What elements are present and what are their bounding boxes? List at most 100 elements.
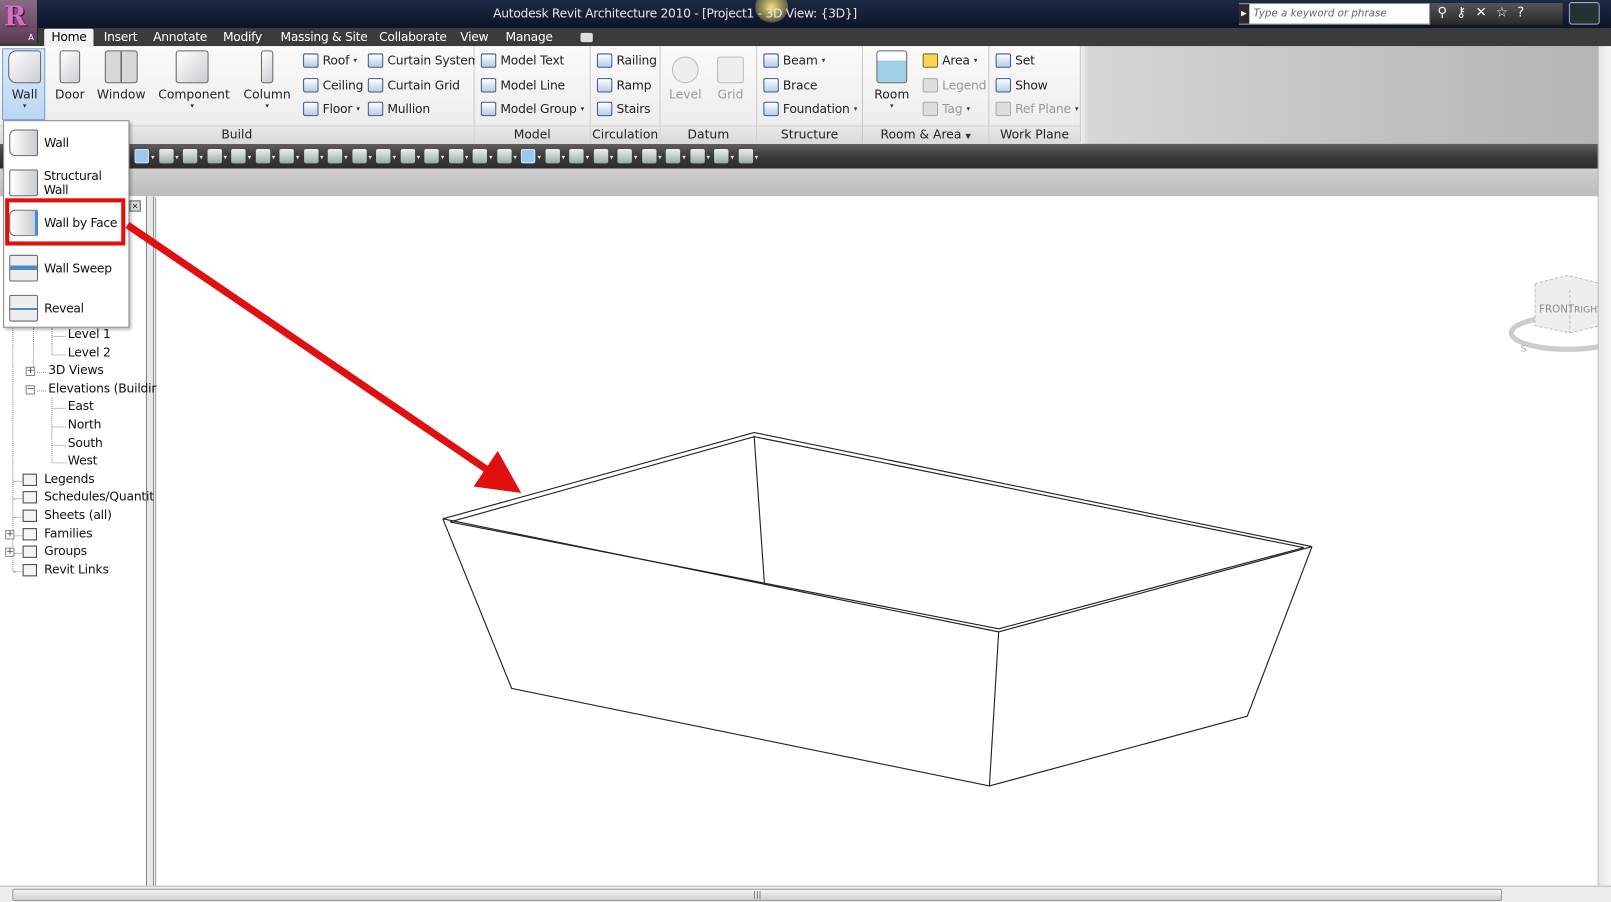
dropdown-caret-icon[interactable]: ▾ [586,153,590,161]
rotate-view-icon[interactable] [158,148,174,164]
dropdown-caret-icon[interactable]: ▾ [489,153,493,161]
dropdown-caret-icon[interactable]: ▾ [730,153,734,161]
curtain-grid-button[interactable]: Curtain Grid [367,78,460,93]
viewcube[interactable]: FRONT RIGHT S [1506,269,1611,356]
ramp-button[interactable]: Ramp [596,78,652,93]
more-icon[interactable] [738,148,753,164]
material-icon[interactable] [714,148,729,164]
component-button[interactable]: Component ▾ [158,48,230,110]
collapse-icon[interactable]: − [25,385,35,395]
panel-splitter[interactable] [146,196,155,886]
dropdown-caret-icon[interactable]: ▾ [175,153,179,161]
dimension-icon[interactable] [424,148,439,164]
tree-item[interactable]: Level 1 [68,327,111,341]
dropdown-caret-icon[interactable]: ▾ [634,153,638,161]
level-button[interactable]: Level [667,48,704,102]
dropdown-caret-icon[interactable]: ▾ [248,153,252,161]
binoculars-icon[interactable]: ⚲ [1437,5,1447,22]
tab-massing-site[interactable]: Massing & Site [280,29,367,46]
dropdown-caret-icon[interactable]: ▾ [441,153,445,161]
help-icon[interactable]: ? [1517,5,1524,22]
dropdown-caret-icon[interactable]: ▾ [392,153,396,161]
tree-item[interactable]: 3D Views [48,363,104,377]
expand-icon[interactable]: + [25,366,35,377]
dropdown-caret-icon[interactable]: ▾ [561,153,565,161]
menu-item-wall-sweep[interactable]: Wall Sweep [4,249,128,288]
tab-collaborate[interactable]: Collaborate [379,29,447,46]
tree-item[interactable]: Schedules/Quantit [44,489,154,503]
tab-annotate[interactable]: Annotate [153,29,207,46]
tree-item[interactable]: Sheets (all) [44,508,112,522]
stairs-button[interactable]: Stairs [596,101,651,117]
curtain-system-button[interactable]: Curtain System [367,53,480,68]
dropdown-caret-icon[interactable]: ▾ [320,153,324,161]
model-text-button[interactable]: Model Text [480,53,564,68]
menu-item-reveal[interactable]: Reveal [4,289,128,328]
window-button[interactable]: Window [97,48,146,102]
tab-modify[interactable]: Modify [223,29,262,46]
beam-button[interactable]: Beam ▾ [763,53,825,68]
tree-item[interactable]: Elevations (Buildir [48,381,156,395]
legend-button[interactable]: Legend [922,78,986,93]
tree-item[interactable]: Revit Links [44,562,109,576]
mullion-button[interactable]: Mullion [367,101,430,117]
tab-manage[interactable]: Manage [505,29,552,46]
dropdown-caret-icon[interactable]: ▾ [368,153,372,161]
search-input[interactable]: ▶ Type a keyword or phrase [1239,3,1431,25]
model-line-button[interactable]: Model Line [480,78,565,93]
horizontal-scrollbar[interactable]: ||| [0,885,1611,902]
tag-button[interactable]: Tag ▾ [922,101,970,117]
scrollbar-thumb[interactable]: ||| [12,888,1503,902]
ribbon-minimize-icon[interactable] [580,32,593,43]
trim-icon[interactable] [327,148,343,164]
tree-item[interactable]: Legends [44,471,94,485]
railing-button[interactable]: Railing [596,53,657,68]
menu-item-structural-wall[interactable]: Structural Wall [4,163,128,202]
terrain-icon[interactable] [400,148,415,164]
tree-item[interactable]: Families [44,526,92,540]
expand-icon[interactable]: + [5,529,15,539]
tab-home[interactable]: Home [44,28,94,47]
dropdown-caret-icon[interactable]: ▾ [682,153,686,161]
tree-item[interactable]: Groups [44,544,87,558]
panel-label-structure[interactable]: Structure [757,125,863,143]
area-button[interactable]: Area ▾ [922,53,977,68]
level-line-icon[interactable] [376,148,391,164]
ref-plane-button[interactable]: Ref Plane ▾ [995,101,1079,117]
grid-button[interactable]: Grid [712,48,749,102]
dropdown-caret-icon[interactable]: ▾ [610,153,614,161]
close-icon[interactable]: × [129,200,141,212]
dropdown-caret-icon[interactable]: ▾ [537,153,541,161]
offset-icon[interactable] [351,148,367,164]
crop-icon[interactable] [593,148,608,164]
dropdown-caret-icon[interactable]: ▾ [465,153,469,161]
brace-button[interactable]: Brace [763,78,818,93]
dropdown-caret-icon[interactable]: ▾ [344,153,348,161]
dropdown-caret-icon[interactable]: ▾ [658,153,662,161]
dropdown-caret-icon[interactable]: ▾ [417,153,421,161]
wall-join-icon[interactable] [496,148,512,164]
set-button[interactable]: Set [995,53,1035,68]
dropdown-caret-icon[interactable]: ▾ [706,153,710,161]
panel-label-room-area[interactable]: Room & Area ▼ [863,125,989,143]
import-cad-icon[interactable] [231,148,246,164]
tree-item[interactable]: West [68,453,98,467]
paint-icon[interactable] [448,148,463,164]
floor-button[interactable]: Floor ▾ [303,101,360,117]
delete-icon[interactable] [689,148,705,164]
home-icon[interactable] [641,148,657,164]
minimize-button[interactable] [1568,2,1600,25]
dropdown-caret-icon[interactable]: ▾ [223,153,227,161]
copy-icon[interactable] [665,148,681,164]
hatch-icon[interactable] [255,148,270,164]
tree-item[interactable]: North [68,417,102,431]
key-icon[interactable]: ⚷ [1456,5,1466,22]
sheet-icon[interactable] [207,148,222,164]
dropdown-caret-icon[interactable]: ▾ [272,153,276,161]
show-button[interactable]: Show [995,78,1048,93]
vertical-scrollbar[interactable] [1597,46,1611,886]
cube-front-face[interactable]: FRONT [1539,303,1575,315]
wall-tool[interactable]: Wall ▾ [4,48,45,110]
expand-icon[interactable]: ▶ [1239,4,1250,24]
tab-view[interactable]: View [460,29,488,46]
